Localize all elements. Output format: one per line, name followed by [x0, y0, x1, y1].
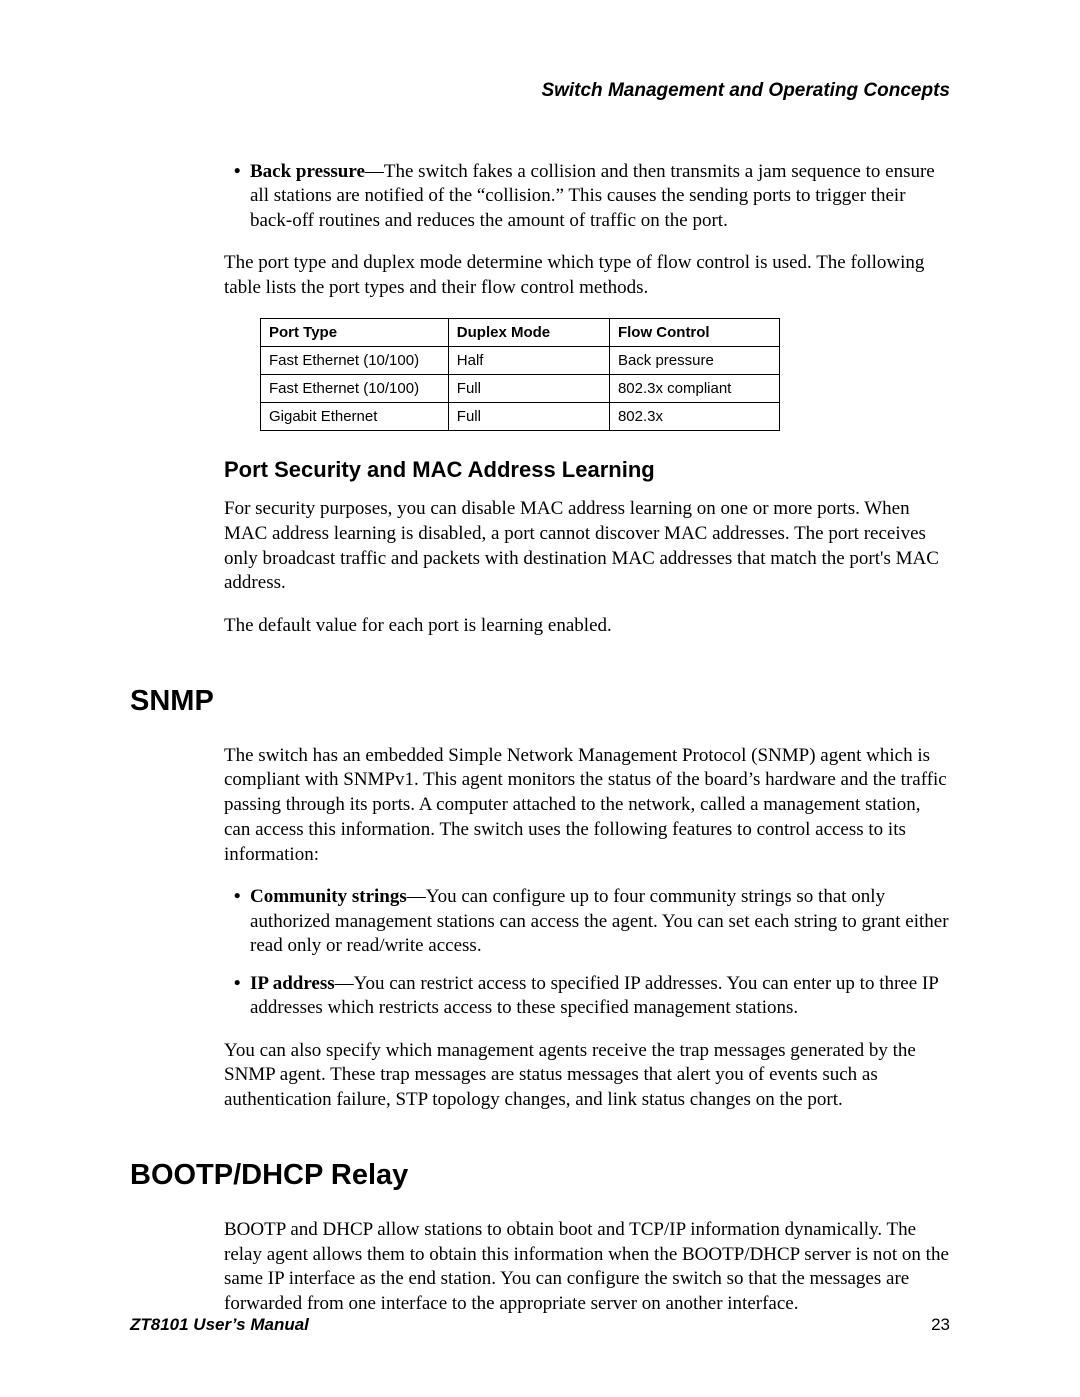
td-duplex-mode: Full: [448, 375, 609, 403]
portsec-p1: For security purposes, you can disable M…: [224, 497, 950, 596]
heading-snmp: SNMP: [130, 685, 950, 718]
table-row: Fast Ethernet (10/100) Full 802.3x compl…: [261, 375, 780, 403]
table-row: Gigabit Ethernet Full 802.3x: [261, 403, 780, 431]
text-ip-address: —You can restrict access to specified IP…: [250, 973, 938, 1018]
term-community-strings: Community strings: [250, 886, 407, 907]
td-port-type: Gigabit Ethernet: [261, 403, 449, 431]
bullet-back-pressure: Back pressure—The switch fakes a collisi…: [250, 160, 950, 233]
td-port-type: Fast Ethernet (10/100): [261, 347, 449, 375]
table-row: Fast Ethernet (10/100) Half Back pressur…: [261, 347, 780, 375]
table-header-row: Port Type Duplex Mode Flow Control: [261, 319, 780, 347]
portsec-p2: The default value for each port is learn…: [224, 614, 950, 639]
td-duplex-mode: Full: [448, 403, 609, 431]
running-header: Switch Management and Operating Concepts: [130, 80, 950, 102]
th-port-type: Port Type: [261, 319, 449, 347]
th-duplex-mode: Duplex Mode: [448, 319, 609, 347]
td-flow-control: 802.3x compliant: [609, 375, 779, 403]
bootp-p1: BOOTP and DHCP allow stations to obtain …: [224, 1218, 950, 1317]
bullet-ip-address: IP address—You can restrict access to sp…: [250, 972, 950, 1021]
flow-control-table: Port Type Duplex Mode Flow Control Fast …: [260, 318, 780, 431]
td-flow-control: 802.3x: [609, 403, 779, 431]
flow-control-intro: The port type and duplex mode determine …: [224, 251, 950, 300]
th-flow-control: Flow Control: [609, 319, 779, 347]
bullet-community-strings: Community strings—You can configure up t…: [250, 885, 950, 958]
heading-bootp-dhcp: BOOTP/DHCP Relay: [130, 1159, 950, 1192]
snmp-p1: The switch has an embedded Simple Networ…: [224, 744, 950, 867]
footer-manual-title: ZT8101 User’s Manual: [130, 1315, 309, 1335]
td-flow-control: Back pressure: [609, 347, 779, 375]
page-footer: ZT8101 User’s Manual 23: [130, 1315, 950, 1335]
td-duplex-mode: Half: [448, 347, 609, 375]
snmp-p2: You can also specify which management ag…: [224, 1039, 950, 1113]
footer-page-number: 23: [931, 1315, 950, 1335]
td-port-type: Fast Ethernet (10/100): [261, 375, 449, 403]
heading-port-security: Port Security and MAC Address Learning: [224, 457, 950, 483]
term-ip-address: IP address: [250, 973, 335, 994]
term-back-pressure: Back pressure: [250, 161, 365, 182]
